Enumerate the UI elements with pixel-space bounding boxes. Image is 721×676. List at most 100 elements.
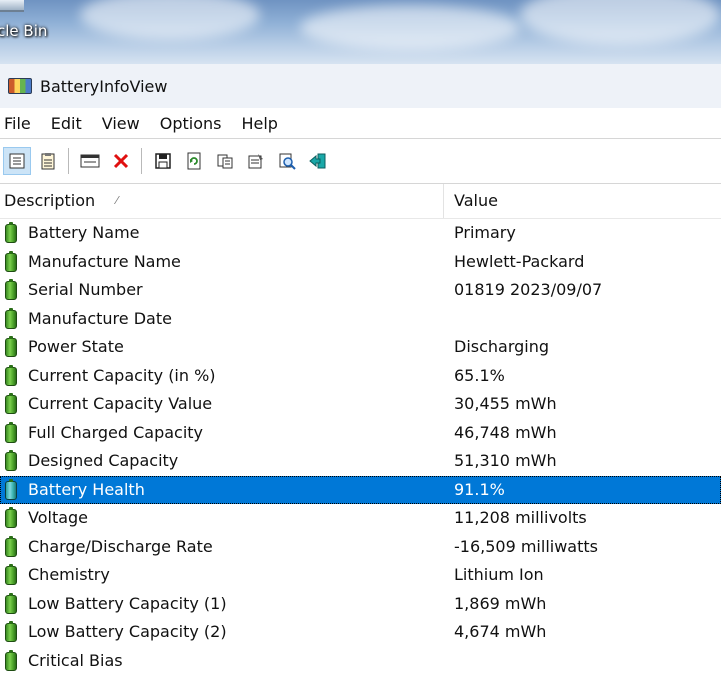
battery-icon (5, 364, 17, 386)
list-row[interactable]: Full Charged Capacity 46,748 mWh (0, 419, 721, 448)
row-value: Lithium Ion (454, 565, 544, 584)
list-row[interactable]: Battery Name Primary (0, 219, 721, 248)
row-description: Voltage (28, 508, 89, 527)
exit-button[interactable] (304, 147, 332, 175)
row-value: 01819 2023/09/07 (454, 280, 603, 299)
row-description: Manufacture Date (28, 308, 172, 328)
row-description: Power State (28, 337, 124, 356)
battery-icon (5, 279, 17, 300)
find-button[interactable] (273, 147, 301, 175)
battery-icon (5, 450, 17, 471)
save-button[interactable] (149, 147, 177, 175)
battery-icon (5, 592, 17, 614)
list-row[interactable]: Low Battery Capacity (2) 4,674 mWh (0, 618, 721, 647)
battery-icon (5, 478, 17, 500)
app-battery-icon (8, 78, 32, 94)
exit-icon (309, 153, 326, 169)
toolbar (0, 138, 721, 184)
cloud (520, 0, 720, 45)
menu-file[interactable]: File (0, 114, 41, 133)
window-title: BatteryInfoView (40, 76, 168, 96)
copy-icon (217, 154, 233, 169)
row-description: Battery Health (28, 479, 145, 499)
list-row[interactable]: Power State Discharging (0, 333, 721, 362)
battery-icon (5, 421, 17, 443)
row-description: Critical Bias (28, 650, 123, 670)
list-row[interactable]: Critical Bias (0, 647, 721, 676)
list-header: Description ⁄ Value (0, 184, 721, 219)
menu-bar: File Edit View Options Help (0, 108, 721, 138)
row-description: Designed Capacity (28, 451, 179, 470)
refresh-icon (187, 152, 201, 170)
list-row[interactable]: Manufacture Date (0, 305, 721, 334)
list-row[interactable]: Chemistry Lithium Ion (0, 561, 721, 590)
delete-button[interactable] (107, 147, 135, 175)
menu-help[interactable]: Help (231, 114, 287, 133)
battery-icon (5, 564, 17, 585)
battery-icon (5, 250, 17, 272)
properties-button[interactable] (242, 147, 270, 175)
refresh-button[interactable] (180, 147, 208, 175)
close-x-icon (113, 153, 129, 169)
column-header-value[interactable]: Value (454, 184, 498, 218)
properties-icon (248, 154, 263, 169)
row-description: Manufacture Name (28, 251, 181, 271)
row-description: Full Charged Capacity (28, 422, 204, 442)
row-description: Battery Name (28, 223, 140, 242)
list-row[interactable]: Charge/Discharge Rate -16,509 milliwatts (0, 533, 721, 562)
row-value: Hewlett-Packard (454, 251, 585, 271)
window-button[interactable] (76, 147, 104, 175)
view-details-button[interactable] (3, 147, 31, 175)
battery-icon (5, 222, 17, 243)
list-row[interactable]: Voltage 11,208 millivolts (0, 504, 721, 533)
row-value: Discharging (454, 337, 550, 356)
search-icon (279, 153, 296, 170)
cloud (80, 0, 260, 40)
list-row[interactable]: Serial Number 01819 2023/09/07 (0, 276, 721, 305)
list-row[interactable]: Battery Health 91.1% (0, 475, 721, 504)
sort-indicator-icon: ⁄ (116, 194, 118, 207)
battery-icon (5, 649, 17, 671)
cloud (300, 5, 520, 50)
row-value: 51,310 mWh (454, 451, 557, 470)
copy-button[interactable] (211, 147, 239, 175)
battery-icon (5, 393, 17, 414)
row-value: 4,674 mWh (454, 622, 547, 641)
row-description: Low Battery Capacity (1) (28, 593, 227, 613)
window-icon (80, 154, 100, 168)
row-description: Current Capacity Value (28, 394, 213, 413)
title-bar[interactable]: BatteryInfoView (0, 64, 721, 108)
row-value: 30,455 mWh (454, 394, 557, 413)
battery-icon (5, 336, 17, 357)
battery-icon (5, 621, 17, 642)
list-rows: Battery Name Primary Manufacture Name Hewle… (0, 219, 721, 675)
list-row[interactable]: Designed Capacity 51,310 mWh (0, 447, 721, 476)
list-row[interactable]: Manufacture Name Hewlett-Packard (0, 248, 721, 277)
row-value: 1,869 mWh (454, 593, 547, 613)
row-value: 65.1% (454, 365, 505, 385)
row-description: Low Battery Capacity (2) (28, 622, 227, 641)
row-value: Primary (454, 223, 516, 242)
column-header-description[interactable]: Description (4, 184, 95, 218)
list-row[interactable]: Current Capacity (in %) 65.1% (0, 362, 721, 391)
column-divider[interactable] (443, 184, 444, 218)
row-description: Current Capacity (in %) (28, 365, 216, 385)
toolbar-separator (68, 148, 69, 174)
view-list-icon (41, 153, 55, 170)
list-row[interactable]: Current Capacity Value 30,455 mWh (0, 390, 721, 419)
row-description: Chemistry (28, 565, 110, 584)
battery-icon (5, 535, 17, 557)
recycle-bin-label[interactable]: cle Bin (0, 22, 47, 40)
menu-edit[interactable]: Edit (41, 114, 92, 133)
list-row[interactable]: Low Battery Capacity (1) 1,869 mWh (0, 590, 721, 619)
row-value: 11,208 millivolts (454, 508, 587, 527)
recycle-bin-icon[interactable] (0, 0, 24, 12)
row-description: Serial Number (28, 280, 143, 299)
view-report-button[interactable] (34, 147, 62, 175)
row-value: 91.1% (454, 479, 505, 499)
menu-view[interactable]: View (92, 114, 150, 133)
row-value: 46,748 mWh (454, 422, 557, 442)
row-description: Charge/Discharge Rate (28, 536, 213, 556)
menu-options[interactable]: Options (150, 114, 232, 133)
battery-info-list[interactable]: Description ⁄ Value Battery Name Primary M… (0, 184, 721, 676)
